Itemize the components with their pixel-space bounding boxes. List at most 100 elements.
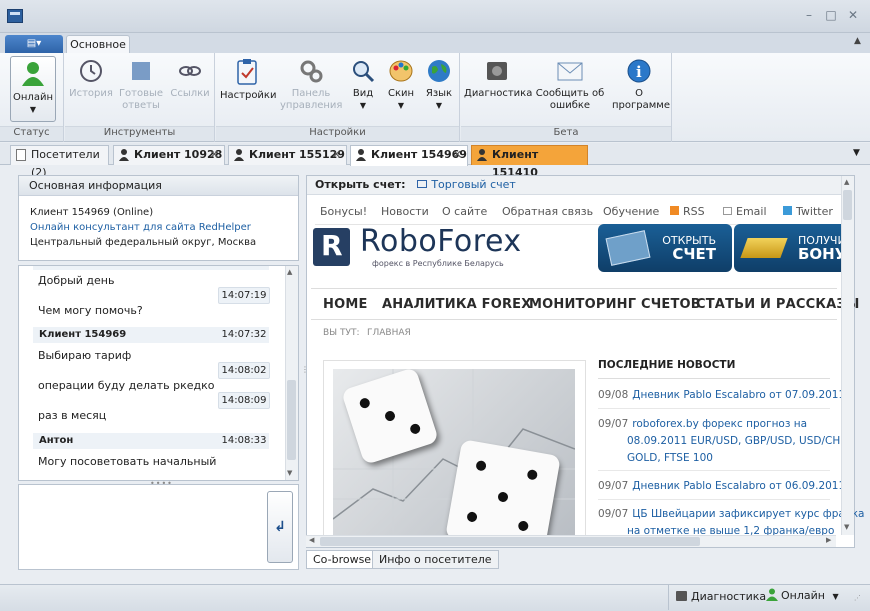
status-online[interactable]: Онлайн ▼ bbox=[766, 588, 839, 602]
tab-client-151410[interactable]: Клиент 151410 bbox=[471, 145, 588, 179]
close-icon[interactable]: ✕ bbox=[453, 146, 462, 164]
tab-list-dropdown-icon[interactable]: ▼ bbox=[853, 148, 860, 158]
scroll-left-icon[interactable]: ◀ bbox=[309, 536, 314, 544]
status-diagnostics[interactable]: Диагностика bbox=[676, 590, 766, 603]
gold-bar-icon bbox=[740, 238, 788, 258]
tab-client-10928[interactable]: Клиент 10928 ✕ bbox=[113, 145, 225, 165]
nav-bonuses[interactable]: Бонусы! bbox=[320, 205, 367, 218]
user-icon bbox=[356, 149, 366, 161]
news-date: 09/07 bbox=[598, 508, 629, 520]
news-divider bbox=[598, 378, 830, 379]
main-nav-analytics[interactable]: АНАЛИТИКА FOREX bbox=[382, 297, 532, 312]
online-status-button[interactable]: Онлайн ▼ bbox=[10, 56, 56, 122]
chat-message: операции буду делать ркедко bbox=[38, 379, 215, 392]
user-icon bbox=[477, 149, 487, 161]
scroll-right-icon[interactable]: ▶ bbox=[826, 536, 831, 544]
main-nav-monitoring[interactable]: МОНИТОРИНГ СЧЕТОВ bbox=[529, 297, 701, 312]
consultant-link[interactable]: Онлайн консультант для сайта RedHelper bbox=[30, 222, 251, 233]
bonus-banner[interactable]: ПОЛУЧИ БОНУ bbox=[734, 224, 841, 272]
news-link[interactable]: Дневник Pablo Escalabro от 07.09.2011 bbox=[632, 389, 845, 401]
news-date: 09/08 bbox=[598, 389, 629, 401]
status-divider bbox=[668, 584, 669, 610]
main-nav-home[interactable]: HOME bbox=[323, 297, 368, 312]
nav-twitter[interactable]: Twitter bbox=[783, 205, 833, 218]
user-icon bbox=[119, 149, 129, 161]
tab-visitor-info[interactable]: Инфо о посетителе bbox=[372, 550, 499, 569]
diagnostics-button[interactable]: Диагностика bbox=[464, 58, 533, 100]
tab-co-browse[interactable]: Co-browse bbox=[306, 550, 379, 569]
diagnostics-label: Диагностика bbox=[464, 88, 533, 99]
nav-about[interactable]: О сайте bbox=[442, 205, 487, 218]
message-timestamp: 14:07:32 bbox=[221, 329, 267, 340]
chat-scroll-thumb[interactable] bbox=[287, 380, 296, 460]
news-link[interactable]: ЦБ Швейцарии зафиксирует курс франка bbox=[632, 508, 864, 520]
language-label: Язык bbox=[425, 88, 453, 99]
nav-email[interactable]: Email bbox=[723, 205, 767, 218]
news-item[interactable]: 09/07 Дневник Pablo Escalabro от 06.09.20… bbox=[598, 478, 845, 495]
tab-main[interactable]: Основное bbox=[66, 35, 130, 54]
news-link-line3[interactable]: GOLD, FTSE 100 bbox=[627, 452, 713, 464]
chat-message: Чем могу помочь? bbox=[38, 304, 143, 317]
about-button[interactable]: i О программе bbox=[612, 58, 670, 112]
user-icon bbox=[234, 149, 244, 161]
trading-account-link[interactable]: Торговый счет bbox=[417, 178, 516, 191]
maximize-button[interactable]: □ bbox=[822, 8, 840, 24]
news-link[interactable]: roboforex.by форекс прогноз на bbox=[632, 418, 807, 430]
browser-vertical-scrollbar[interactable] bbox=[841, 176, 854, 535]
news-link-line2[interactable]: 08.09.2011 EUR/USD, GBP/USD, USD/CHF, bbox=[627, 435, 850, 447]
news-item[interactable]: 09/08 Дневник Pablo Escalabro от 07.09.20… bbox=[598, 387, 845, 404]
tab-client-155129[interactable]: Клиент 155129 ✕ bbox=[228, 145, 347, 165]
account-icon bbox=[417, 180, 428, 188]
scroll-up-icon[interactable]: ▲ bbox=[844, 178, 849, 186]
scroll-up-icon[interactable]: ▲ bbox=[287, 268, 292, 276]
links-button[interactable]: Ссылки bbox=[168, 58, 212, 100]
email-icon bbox=[723, 207, 732, 215]
chevron-down-icon: ▼ bbox=[435, 101, 443, 110]
close-icon[interactable]: ✕ bbox=[210, 146, 219, 164]
nav-feedback[interactable]: Обратная связь bbox=[502, 205, 593, 218]
message-input[interactable] bbox=[18, 484, 299, 570]
scroll-down-icon[interactable]: ▼ bbox=[844, 523, 849, 531]
dice-image bbox=[333, 369, 575, 537]
tab-visitors[interactable]: Посетители (2) bbox=[10, 145, 109, 179]
nav-education[interactable]: Обучение bbox=[603, 205, 659, 218]
close-icon[interactable]: ✕ bbox=[332, 146, 341, 164]
report-error-button[interactable]: Сообщить об ошибке bbox=[534, 58, 606, 112]
envelope-icon bbox=[557, 62, 583, 81]
chat-message: раз в месяц bbox=[38, 409, 107, 422]
ribbon-collapse-icon[interactable]: ▲ bbox=[854, 36, 861, 46]
tab-client-154969[interactable]: Клиент 154969 ✕ bbox=[350, 145, 468, 166]
history-icon bbox=[80, 60, 102, 82]
enter-arrow-icon: ↲ bbox=[274, 519, 286, 535]
news-item[interactable]: 09/07 roboforex.by форекс прогноз на 08.0… bbox=[598, 416, 850, 467]
control-panel-button[interactable]: Панель управления bbox=[280, 58, 342, 112]
latest-news-heading: ПОСЛЕДНИЕ НОВОСТИ bbox=[598, 359, 736, 371]
ready-answers-button[interactable]: Готовые ответы bbox=[116, 58, 166, 112]
nav-rss[interactable]: RSS bbox=[670, 205, 705, 218]
close-button[interactable]: ✕ bbox=[844, 8, 862, 24]
main-nav-articles[interactable]: СТАТЬИ И РАССКАЗЫ bbox=[696, 297, 860, 312]
app-icon[interactable] bbox=[7, 9, 23, 23]
news-divider bbox=[598, 499, 830, 500]
breadcrumb[interactable]: ГЛАВНАЯ bbox=[367, 328, 411, 338]
open-account-banner[interactable]: ОТКРЫТЬ СЧЕТ bbox=[598, 224, 732, 272]
diagnostics-icon bbox=[676, 591, 687, 601]
send-button[interactable]: ↲ bbox=[267, 491, 293, 563]
resize-grip-icon[interactable]: ⋰ bbox=[854, 594, 861, 602]
nav-news[interactable]: Новости bbox=[381, 205, 429, 218]
browser-hscroll-thumb[interactable] bbox=[320, 537, 700, 546]
view-button[interactable]: Вид ▼ bbox=[348, 58, 378, 112]
history-button[interactable]: История bbox=[68, 58, 114, 100]
minimize-button[interactable]: – bbox=[800, 8, 818, 24]
scroll-down-icon[interactable]: ▼ bbox=[287, 469, 292, 477]
browser-scroll-thumb[interactable] bbox=[843, 190, 852, 220]
roboforex-logo[interactable]: RoboForex bbox=[360, 224, 522, 259]
skin-button[interactable]: Скин ▼ bbox=[386, 58, 416, 112]
ribbon-tab-strip bbox=[0, 33, 870, 53]
settings-button[interactable]: Настройки bbox=[220, 58, 276, 102]
status-diagnostics-label: Диагностика bbox=[691, 590, 767, 603]
news-link[interactable]: Дневник Pablo Escalabro от 06.09.2011 bbox=[632, 480, 845, 492]
application-menu-button[interactable]: ▤▾ bbox=[5, 35, 63, 53]
roboforex-logo-mark[interactable] bbox=[313, 228, 350, 266]
language-button[interactable]: Язык ▼ bbox=[424, 58, 454, 112]
